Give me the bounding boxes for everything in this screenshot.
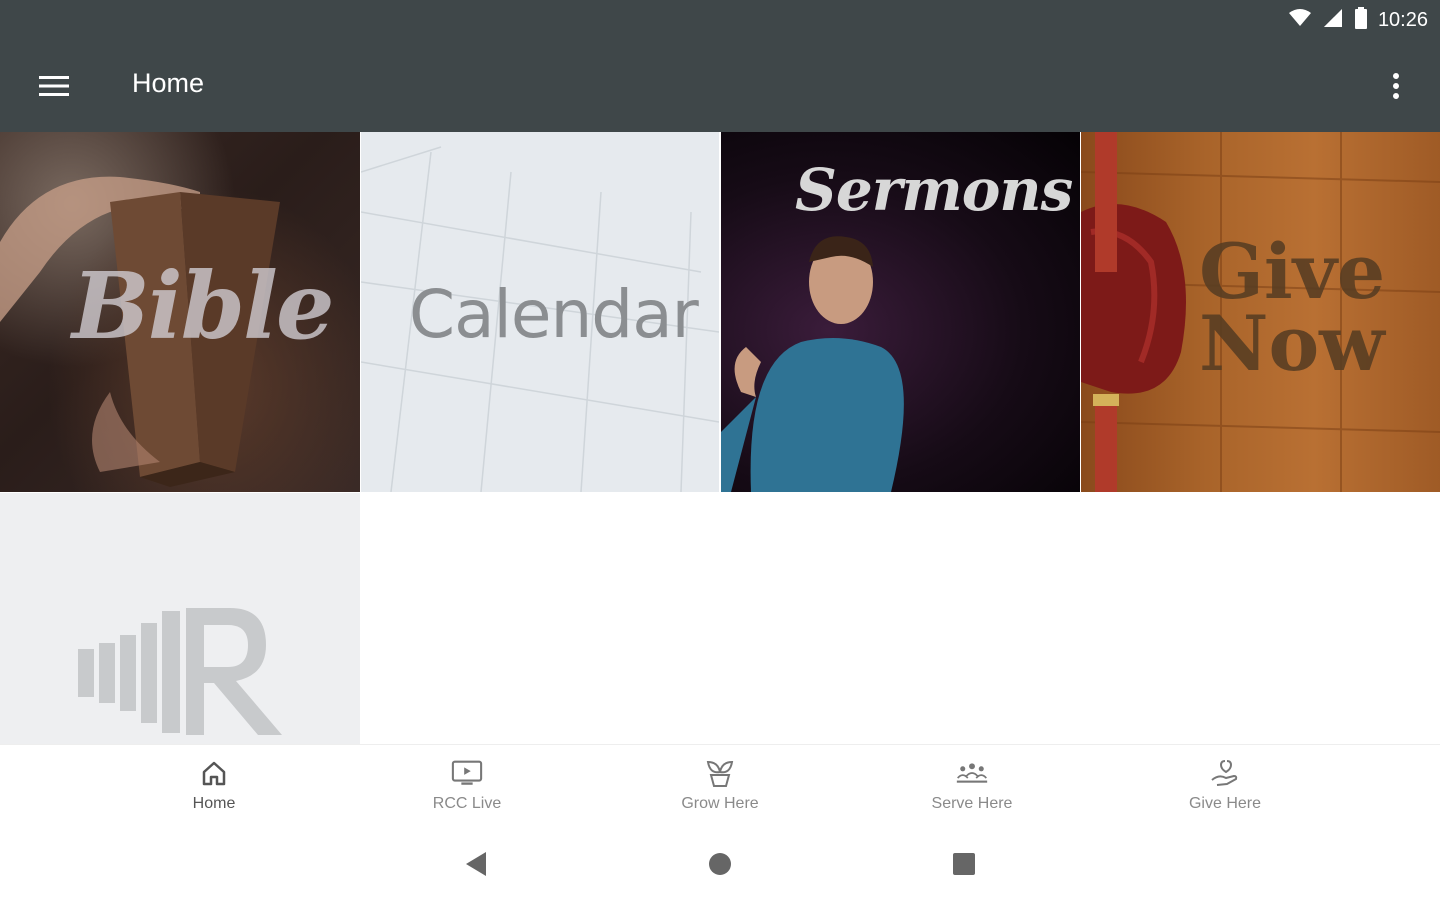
nav-give-here[interactable]: Give Here <box>1145 757 1305 821</box>
wifi-icon <box>1288 8 1312 33</box>
home-icon <box>198 757 230 789</box>
nav-rcc-live-label: RCC Live <box>432 795 502 812</box>
tile-label-give-now: Give Now <box>1199 227 1386 388</box>
status-bar: 10:26 <box>0 0 1440 40</box>
status-indicators: 10:26 <box>1288 6 1428 34</box>
tile-label-calendar: Calendar <box>409 276 699 353</box>
nav-grow-here[interactable]: Grow Here <box>640 757 800 821</box>
tile-give-now[interactable]: Give Now <box>1081 132 1440 492</box>
battery-icon <box>1354 6 1368 34</box>
tile-calendar[interactable]: Calendar <box>361 132 719 492</box>
home-circle-icon[interactable] <box>700 846 740 882</box>
tv-icon <box>451 757 483 789</box>
rcc-logo-icon <box>78 608 282 735</box>
more-vert-icon[interactable] <box>1372 62 1420 110</box>
nav-serve-here-label: Serve Here <box>931 795 1013 812</box>
tile-label-sermons: Sermons <box>795 156 1073 224</box>
nav-home[interactable]: Home <box>134 757 294 821</box>
group-icon <box>956 757 988 789</box>
system-navigation-bar <box>0 828 1440 900</box>
tile-bible[interactable]: Bible <box>0 132 360 492</box>
plant-icon <box>704 757 736 789</box>
tile-sermons[interactable]: Sermons <box>721 132 1080 492</box>
nav-give-here-label: Give Here <box>1188 795 1262 812</box>
back-icon[interactable] <box>456 846 496 882</box>
cell-signal-icon <box>1322 8 1344 33</box>
nav-grow-here-label: Grow Here <box>681 795 759 812</box>
status-time: 10:26 <box>1377 8 1428 31</box>
nav-home-label: Home <box>192 795 236 812</box>
tile-label-bible: Bible <box>72 252 335 360</box>
tile-rcc-logo[interactable] <box>0 493 360 744</box>
recents-icon[interactable] <box>944 846 984 882</box>
nav-serve-here[interactable]: Serve Here <box>892 757 1052 821</box>
bottom-navigation: Home RCC Live Grow Here Serve Here Give … <box>0 744 1440 828</box>
hamburger-menu-icon[interactable] <box>26 62 82 110</box>
app-bar: Home <box>0 40 1440 132</box>
page-title: Home <box>132 68 205 98</box>
giving-hand-icon <box>1209 757 1241 789</box>
nav-rcc-live[interactable]: RCC Live <box>387 757 547 821</box>
